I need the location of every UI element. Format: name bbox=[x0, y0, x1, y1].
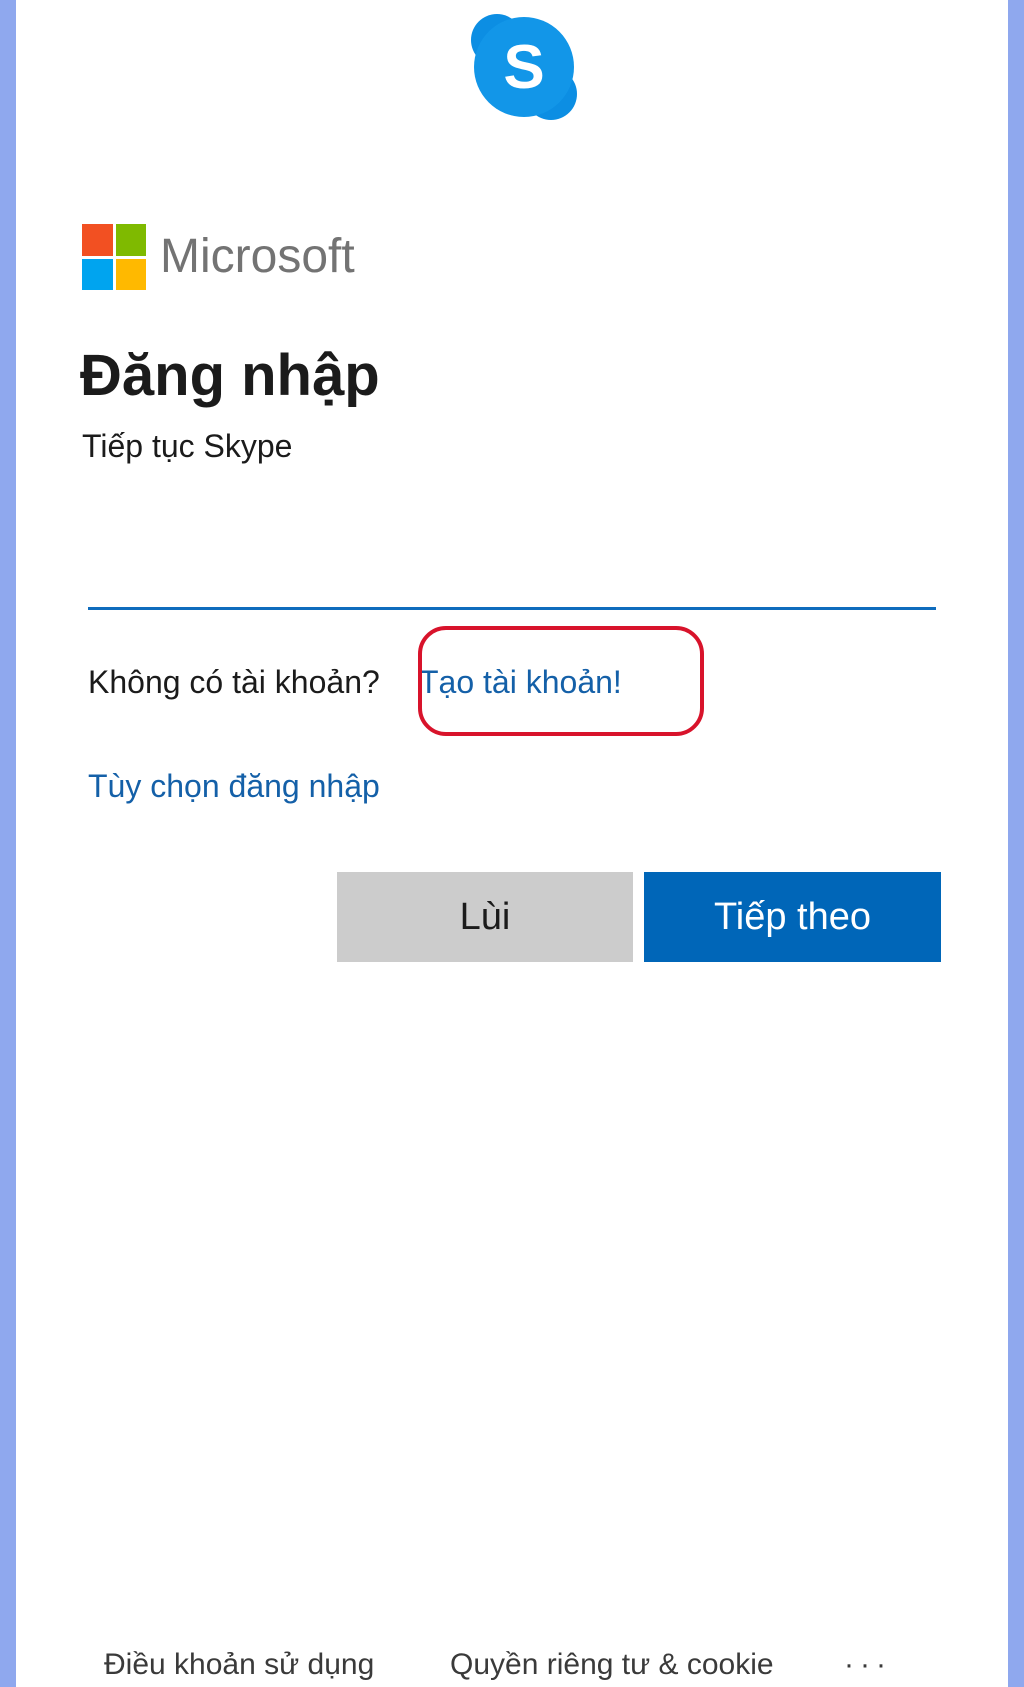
microsoft-wordmark: Microsoft bbox=[160, 230, 355, 283]
microsoft-brand: Microsoft bbox=[82, 224, 355, 290]
microsoft-logo-icon bbox=[82, 224, 146, 290]
skype-logo-letter: S bbox=[503, 33, 544, 102]
highlight-annotation bbox=[418, 626, 704, 736]
no-account-text: Không có tài khoản? bbox=[88, 664, 380, 700]
back-button[interactable]: Lùi bbox=[337, 872, 633, 962]
next-button[interactable]: Tiếp theo bbox=[644, 872, 941, 962]
terms-link[interactable]: Điều khoản sử dụng bbox=[104, 1648, 374, 1682]
signin-card: S Microsoft Đăng nhập Tiếp tục Skype Khô… bbox=[16, 0, 1008, 1687]
page-title: Đăng nhập bbox=[80, 343, 380, 408]
signin-options-link[interactable]: Tùy chọn đăng nhập bbox=[88, 768, 380, 805]
privacy-link[interactable]: Quyền riêng tư & cookie bbox=[450, 1648, 774, 1682]
page-subtitle: Tiếp tục Skype bbox=[82, 428, 293, 464]
skype-logo-icon: S bbox=[471, 14, 577, 120]
email-input[interactable] bbox=[88, 520, 936, 610]
more-options-icon[interactable]: ··· bbox=[844, 1648, 892, 1682]
